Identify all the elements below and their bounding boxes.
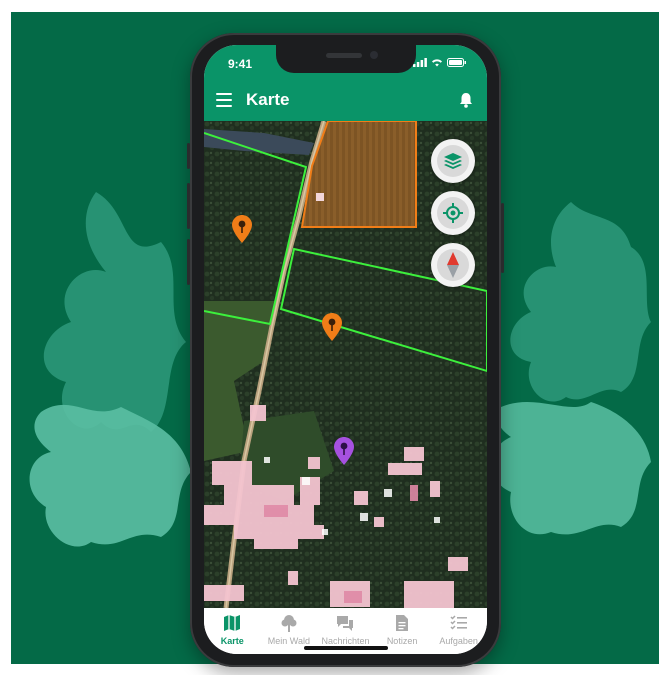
- phone-frame: 9:41 Karte Karte Mein Wald Nachrichten N…: [187, 33, 504, 667]
- leaf-decoration-right: [492, 202, 651, 535]
- layers-button[interactable]: [431, 139, 475, 183]
- notch: [276, 45, 416, 73]
- tab-label: Notizen: [386, 636, 418, 646]
- app-bar: Karte: [204, 81, 487, 121]
- locate-icon: [443, 203, 463, 223]
- tab-label: Mein Wald: [267, 636, 310, 646]
- compass-button[interactable]: [431, 243, 475, 287]
- map-pin-purple[interactable]: [334, 437, 354, 465]
- volume-up-button: [187, 183, 190, 229]
- map-icon: [224, 615, 241, 631]
- menu-icon[interactable]: [216, 93, 232, 107]
- bell-icon[interactable]: [457, 91, 475, 109]
- page-title: Karte: [246, 90, 290, 109]
- volume-down-button: [187, 239, 190, 285]
- tab-label: Nachrichten: [321, 636, 370, 646]
- compass-icon: [447, 252, 459, 278]
- battery-icon: [447, 58, 466, 67]
- map-pin-orange[interactable]: [232, 215, 252, 243]
- power-button: [501, 203, 504, 273]
- tab-karte[interactable]: Karte: [204, 608, 261, 654]
- locate-button[interactable]: [431, 191, 475, 235]
- status-time: 9:41: [228, 57, 253, 71]
- layers-icon: [444, 153, 462, 169]
- tab-label: Karte: [220, 636, 244, 646]
- map-pin-orange[interactable]: [322, 313, 342, 341]
- leaf-decoration-left: [29, 192, 191, 547]
- satellite-map[interactable]: [204, 121, 487, 608]
- tab-aufgaben[interactable]: Aufgaben: [430, 608, 487, 654]
- tree-icon: [281, 615, 297, 632]
- checklist-icon: [450, 615, 467, 630]
- note-icon: [396, 615, 409, 631]
- wifi-icon: [432, 59, 442, 67]
- chat-icon: [337, 616, 354, 631]
- phone-screen: 9:41 Karte Karte Mein Wald Nachrichten N…: [204, 45, 487, 654]
- tab-label: Aufgaben: [439, 636, 478, 646]
- mute-switch: [187, 143, 190, 169]
- home-indicator: [304, 646, 388, 650]
